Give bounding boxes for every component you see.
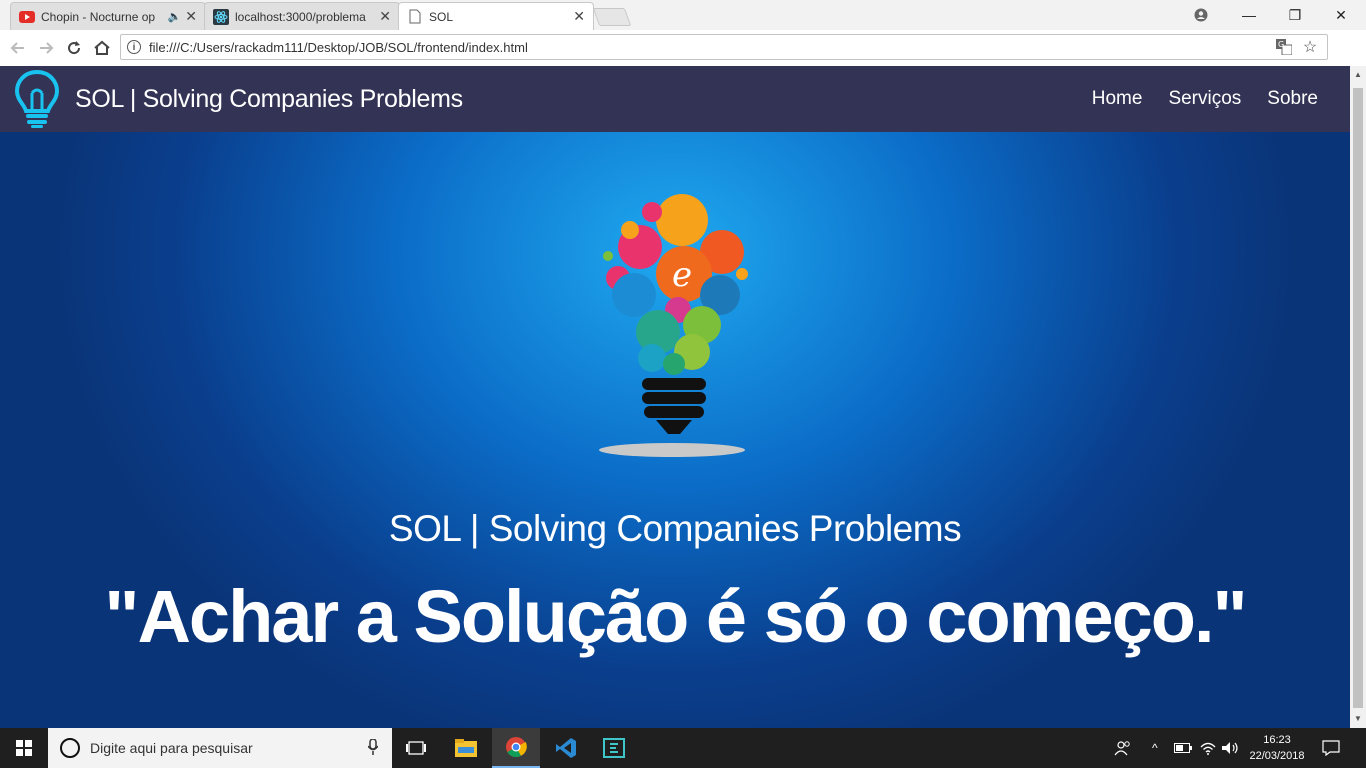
search-placeholder: Digite aqui para pesquisar bbox=[90, 740, 253, 756]
new-tab-button[interactable] bbox=[592, 8, 632, 26]
tab-title: SOL bbox=[429, 9, 454, 24]
close-tab-icon[interactable]: ✕ bbox=[379, 8, 391, 25]
task-view-icon[interactable] bbox=[392, 728, 440, 768]
scroll-down-icon[interactable]: ▼ bbox=[1354, 714, 1362, 723]
people-icon[interactable] bbox=[1114, 728, 1132, 768]
hero-subtitle: SOL | Solving Companies Problems bbox=[388, 508, 962, 549]
home-button[interactable] bbox=[90, 36, 114, 60]
close-window-button[interactable]: ✕ bbox=[1318, 0, 1364, 30]
nav-links: Home Serviços Sobre bbox=[1092, 88, 1318, 110]
tray-chevron-icon[interactable]: ^ bbox=[1152, 728, 1158, 768]
reload-button[interactable] bbox=[62, 36, 86, 60]
back-button[interactable] bbox=[6, 36, 30, 60]
lightbulb-logo-icon[interactable] bbox=[12, 69, 62, 129]
cortana-icon bbox=[60, 738, 80, 758]
hero-section: e SOL | Solving Companies Problems "Acha… bbox=[0, 132, 1350, 728]
minimize-button[interactable]: — bbox=[1226, 0, 1272, 30]
restore-button[interactable]: ❐ bbox=[1272, 0, 1318, 30]
bookmark-star-icon[interactable]: ☆ bbox=[1301, 38, 1319, 56]
system-clock[interactable]: 16:23 22/03/2018 bbox=[1246, 732, 1308, 764]
nav-services-link[interactable]: Serviços bbox=[1168, 88, 1241, 110]
svg-text:e: e bbox=[672, 255, 692, 295]
file-explorer-icon[interactable] bbox=[442, 728, 490, 768]
close-tab-icon[interactable]: ✕ bbox=[185, 8, 197, 25]
scroll-up-icon[interactable]: ▲ bbox=[1354, 70, 1362, 79]
react-icon bbox=[213, 8, 229, 25]
url-text: file:///C:/Users/rackadm111/Desktop/JOB/… bbox=[149, 39, 528, 55]
forward-button[interactable] bbox=[34, 36, 58, 60]
clock-time: 16:23 bbox=[1263, 734, 1291, 746]
tab-localhost[interactable]: localhost:3000/problema ✕ bbox=[204, 2, 400, 30]
site-info-icon[interactable]: i bbox=[127, 40, 141, 54]
speaker-icon[interactable]: 🔈 bbox=[168, 10, 182, 23]
browser-tab-strip: Chopin - Nocturne op 🔈 ✕ localhost:3000/… bbox=[0, 0, 1366, 30]
tab-title: Chopin - Nocturne op bbox=[41, 9, 156, 24]
page-scrollbar[interactable]: ▲ ▼ bbox=[1350, 66, 1366, 728]
volume-icon[interactable] bbox=[1222, 728, 1240, 768]
youtube-icon bbox=[19, 9, 35, 25]
page-icon bbox=[407, 9, 423, 25]
wifi-icon[interactable] bbox=[1200, 728, 1216, 768]
nav-about-link[interactable]: Sobre bbox=[1267, 88, 1318, 110]
close-tab-icon[interactable]: ✕ bbox=[573, 8, 585, 25]
profile-icon[interactable] bbox=[1178, 0, 1224, 30]
svg-text:G: G bbox=[1278, 40, 1284, 49]
translate-icon[interactable]: G bbox=[1275, 38, 1293, 56]
chrome-taskbar-icon[interactable] bbox=[492, 728, 540, 768]
site-navbar: SOL | Solving Companies Problems Home Se… bbox=[0, 66, 1350, 132]
tab-youtube[interactable]: Chopin - Nocturne op 🔈 ✕ bbox=[10, 2, 206, 30]
tab-title: localhost:3000/problema bbox=[235, 9, 366, 24]
windows-logo-icon bbox=[16, 740, 32, 756]
windows-start-button[interactable] bbox=[0, 728, 48, 768]
app-e-icon[interactable] bbox=[590, 728, 638, 768]
hero-quote: "Achar a Solução é só o começo." bbox=[104, 575, 1247, 658]
lightbulb-illustration: e bbox=[599, 194, 748, 457]
microphone-icon[interactable] bbox=[367, 737, 379, 758]
clock-date: 22/03/2018 bbox=[1249, 750, 1305, 762]
taskbar-search-box[interactable]: Digite aqui para pesquisar bbox=[48, 728, 392, 768]
nav-home-link[interactable]: Home bbox=[1092, 88, 1143, 110]
scrollbar-thumb[interactable] bbox=[1353, 88, 1363, 708]
tab-sol[interactable]: SOL ✕ bbox=[398, 2, 594, 30]
browser-toolbar: i file:///C:/Users/rackadm111/Desktop/JO… bbox=[0, 30, 1366, 86]
windows-taskbar: Digite aqui para pesquisar ^ 16:23 22/03… bbox=[0, 728, 1366, 768]
brand-title[interactable]: SOL | Solving Companies Problems bbox=[75, 85, 463, 114]
page-viewport: SOL | Solving Companies Problems Home Se… bbox=[0, 66, 1350, 728]
action-center-icon[interactable] bbox=[1322, 728, 1340, 768]
vscode-icon[interactable] bbox=[542, 728, 590, 768]
battery-icon[interactable] bbox=[1174, 728, 1192, 768]
address-bar[interactable]: i file:///C:/Users/rackadm111/Desktop/JO… bbox=[120, 34, 1328, 60]
